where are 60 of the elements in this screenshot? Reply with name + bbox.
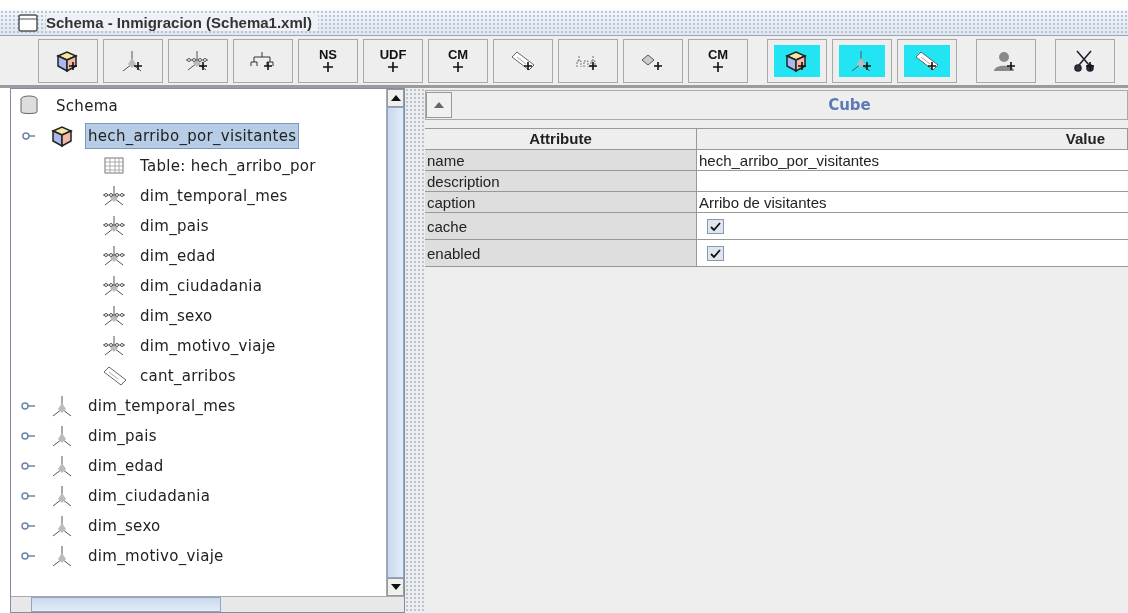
collapsed-handle-icon[interactable] — [21, 552, 35, 560]
tree-item[interactable]: dim_temporal_mes — [137, 183, 291, 209]
ruler-icon — [101, 364, 129, 388]
tree-item[interactable]: dim_ciudadania — [137, 273, 266, 299]
attribute-cell: name — [425, 150, 697, 171]
toolbar-button[interactable]: NS — [298, 38, 358, 83]
collapsed-handle-icon[interactable] — [21, 492, 35, 500]
up-arrow-icon — [390, 95, 401, 101]
window-title: Schema - Inmigracion (Schema1.xml) — [46, 14, 318, 31]
tree-item[interactable]: dim_temporal_mes — [85, 393, 239, 419]
collapsed-handle-icon[interactable] — [21, 402, 35, 410]
tree-item[interactable]: dim_motivo_viaje — [137, 333, 279, 359]
toolbar-button[interactable] — [38, 38, 98, 83]
value-cell[interactable] — [697, 240, 1128, 267]
tree-item[interactable]: hech_arribo_por_visitantes — [85, 123, 300, 149]
checkbox[interactable] — [707, 218, 724, 234]
toolbar-button[interactable]: CM — [688, 38, 748, 83]
collapse-button[interactable] — [426, 92, 452, 118]
tree-item[interactable]: dim_edad — [137, 243, 219, 269]
tree-item[interactable]: Table: hech_arribo_por — [137, 153, 319, 179]
checkbox[interactable] — [707, 245, 724, 261]
value-cell[interactable]: Arribo de visitantes — [697, 192, 1128, 213]
column-header: Attribute — [425, 128, 697, 150]
tree-item[interactable]: dim_pais — [137, 213, 212, 239]
toolbar-button[interactable]: CM — [428, 38, 488, 83]
window-icon — [18, 13, 38, 32]
toolbar-button[interactable]: UDF — [363, 38, 423, 83]
collapsed-handle-icon[interactable] — [21, 432, 35, 440]
vertical-scrollbar[interactable] — [386, 89, 404, 596]
attribute-cell: description — [425, 171, 697, 192]
tree-item[interactable]: cant_arribos — [137, 363, 239, 389]
value-text[interactable]: Arribo de visitantes — [699, 193, 827, 211]
toolbar-button[interactable] — [1055, 38, 1115, 83]
collapsed-handle-icon[interactable] — [21, 462, 35, 470]
plus-icon — [711, 60, 725, 73]
tree-item[interactable]: dim_sexo — [85, 513, 164, 539]
plus-icon — [321, 60, 335, 73]
column-header: Value — [697, 128, 1128, 150]
toolbar-button[interactable] — [767, 38, 827, 83]
tree-item[interactable]: dim_motivo_viaje — [85, 543, 227, 569]
plus-icon — [451, 60, 465, 73]
down-arrow-icon — [390, 584, 401, 590]
value-cell[interactable] — [697, 171, 1128, 192]
attribute-cell: caption — [425, 192, 697, 213]
value-cell[interactable]: hech_arribo_por_visitantes — [697, 150, 1128, 171]
attribute-cell: enabled — [425, 240, 697, 267]
value-text[interactable]: hech_arribo_por_visitantes — [699, 151, 880, 169]
value-cell[interactable] — [697, 213, 1128, 240]
panel-title: Cube — [827, 96, 872, 114]
tree-item[interactable]: dim_sexo — [137, 303, 216, 329]
attribute-cell: cache — [425, 213, 697, 240]
horizontal-scrollbar[interactable] — [11, 596, 404, 612]
collapsed-handle-icon[interactable] — [21, 522, 35, 530]
tree-item[interactable]: dim_ciudadania — [85, 483, 214, 509]
tree-item[interactable]: dim_pais — [85, 423, 160, 449]
plus-icon — [386, 60, 400, 73]
up-arrow-icon — [434, 102, 444, 108]
expanded-handle-icon[interactable] — [21, 132, 35, 140]
tree-item[interactable]: dim_edad — [85, 453, 167, 479]
tree-item[interactable]: Schema — [53, 93, 122, 119]
